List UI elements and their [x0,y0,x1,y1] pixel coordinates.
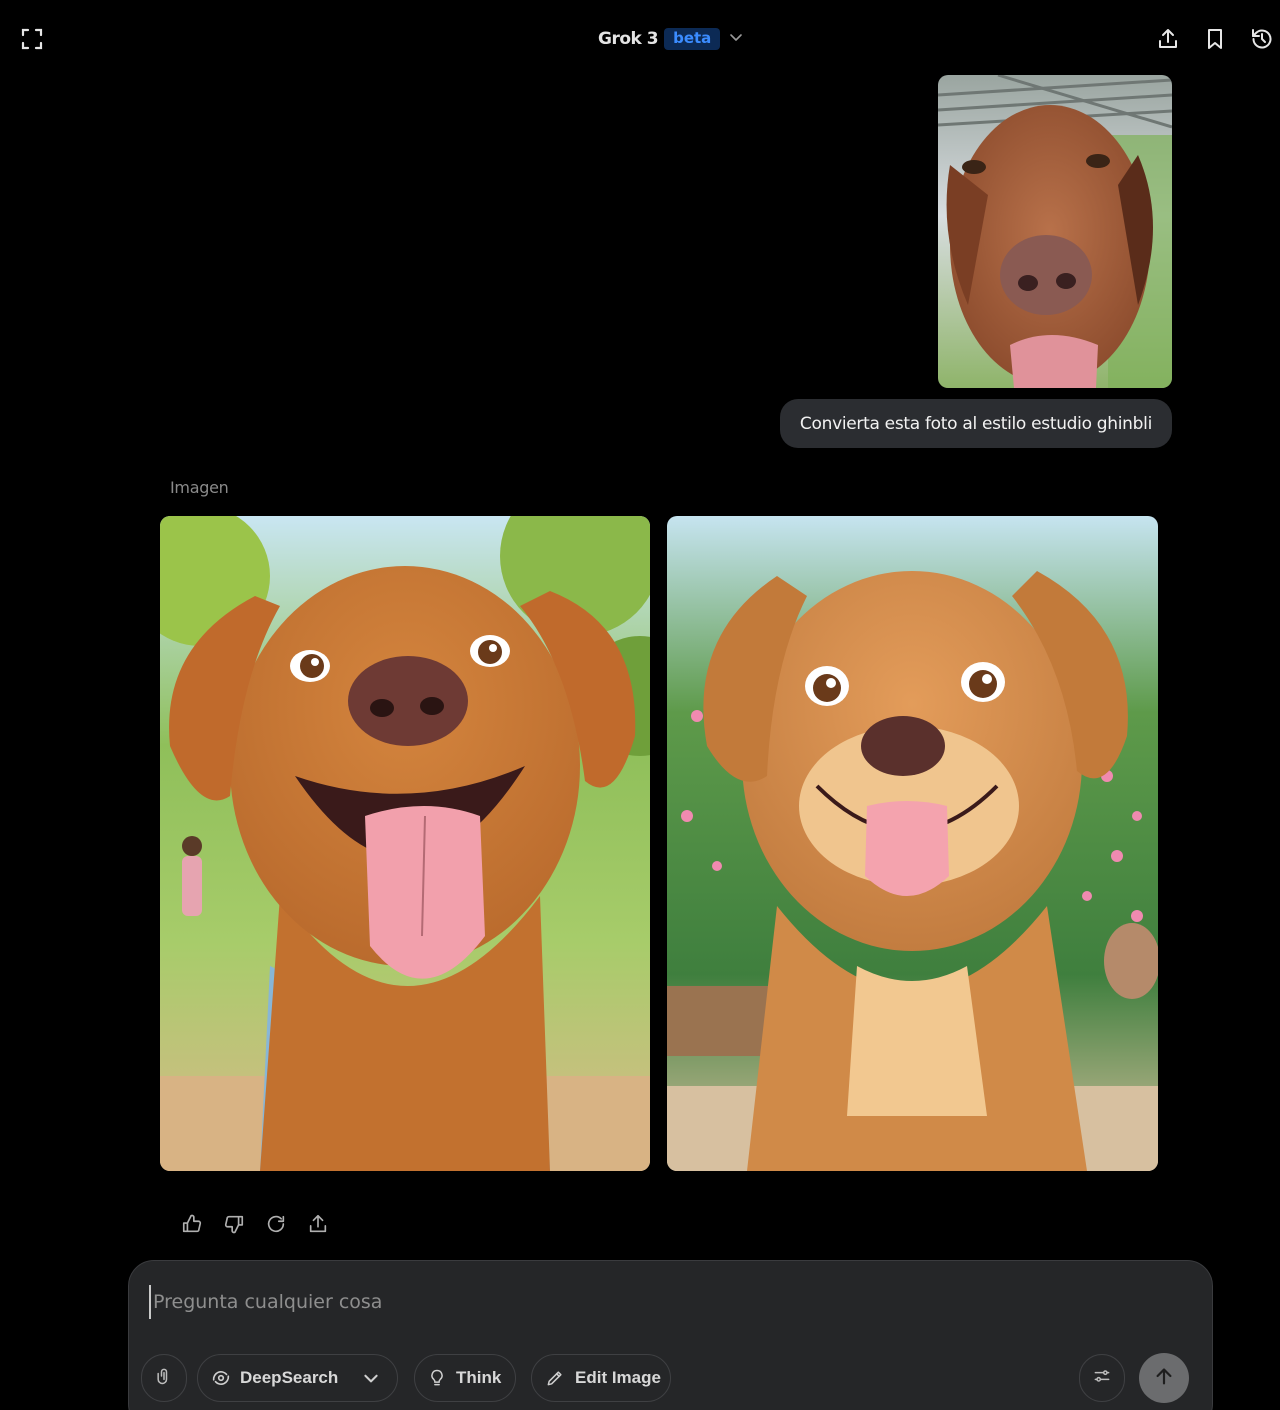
send-button[interactable] [1139,1353,1189,1403]
regenerate-icon[interactable] [262,1210,290,1238]
expand-icon[interactable] [18,25,46,53]
history-icon[interactable] [1248,25,1276,53]
share-icon[interactable] [1154,25,1182,53]
message-actions [178,1210,346,1238]
sliders-icon [1092,1366,1112,1391]
user-message-bubble: Convierta esta foto al estilo estudio gh… [779,399,1172,448]
app-title: Grok 3 [598,29,659,49]
generated-image-2[interactable] [667,516,1158,1171]
settings-button[interactable] [1079,1354,1125,1402]
deepsearch-button[interactable]: DeepSearch [197,1354,398,1402]
chevron-down-icon[interactable] [728,29,744,49]
deepsearch-chevron-icon[interactable] [362,1369,380,1387]
top-bar: Grok 3 beta [0,0,1280,78]
deepsearch-icon [210,1367,232,1389]
user-attachment-dog-photo[interactable] [938,75,1172,388]
edit-image-button[interactable]: Edit Image [531,1354,671,1402]
generated-image-1[interactable] [160,516,650,1171]
model-selector[interactable]: Grok 3 beta [598,26,744,52]
beta-badge: beta [664,28,721,50]
thumbs-up-icon[interactable] [178,1210,206,1238]
assistant-result-label: Imagen [170,478,229,497]
pencil-icon [545,1368,565,1388]
composer: DeepSearch Think Edit Image [128,1260,1213,1410]
deepsearch-label: DeepSearch [240,1368,339,1387]
paperclip-icon [154,1366,174,1391]
attach-button[interactable] [141,1354,187,1402]
thumbs-down-icon[interactable] [220,1210,248,1238]
grok-chat-page: Grok 3 beta Convierta esta foto al estil… [0,0,1280,1410]
share-icon[interactable] [304,1210,332,1238]
arrow-up-icon [1153,1365,1175,1391]
bookmark-icon[interactable] [1201,25,1229,53]
lightbulb-icon [428,1368,446,1388]
think-button[interactable]: Think [414,1354,516,1402]
prompt-input[interactable] [149,1285,1195,1319]
think-label: Think [456,1368,502,1387]
edit-image-label: Edit Image [575,1368,661,1387]
